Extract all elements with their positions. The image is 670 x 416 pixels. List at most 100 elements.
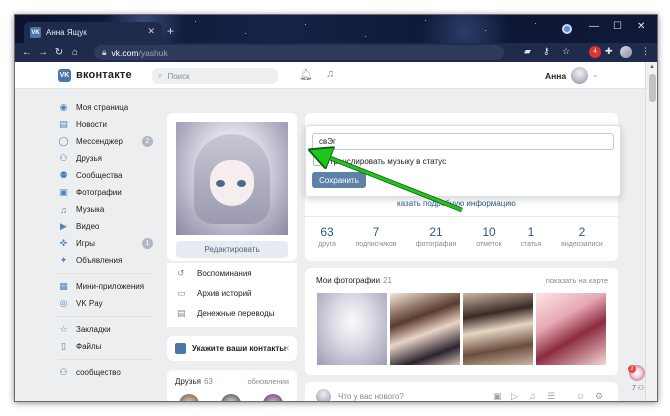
profile-avatar-image[interactable] (176, 122, 288, 235)
menu-item-ads[interactable]: ✦ Объявления (58, 252, 153, 269)
vk-logo-icon[interactable]: VK (58, 69, 71, 82)
user-avatar[interactable] (571, 67, 588, 84)
url-field[interactable]: 🔒︎ vk.com/yashuk (94, 45, 504, 60)
show-on-map-link[interactable]: показать на карте (546, 276, 608, 285)
new-post-box[interactable]: Что у вас нового? ▣ ▷ ♫ ☰ ☺ ⚙ (305, 382, 618, 401)
music-player-icon[interactable]: ♫ (326, 68, 334, 80)
music-attach-icon[interactable]: ♫ (529, 391, 536, 401)
broadcast-music-checkbox[interactable]: Транслировать музыку в статус (313, 156, 446, 166)
friend-avatar[interactable] (221, 394, 241, 401)
counter-articles[interactable]: 1 статья (504, 225, 558, 248)
chat-count: 7 ⚇ (632, 384, 644, 392)
bookmark-star-icon[interactable]: ☆ (562, 46, 570, 57)
photos-count: 21 (383, 276, 393, 285)
counter-videos[interactable]: 2 видеозаписи (555, 225, 609, 248)
menu-label: Объявления (76, 256, 123, 265)
tab-close-icon[interactable]: ✕ (147, 26, 155, 37)
counter-photos[interactable]: 21 фотография (409, 225, 463, 248)
vk-logo-text[interactable]: вконтакте (76, 69, 132, 81)
left-menu: ◉ Моя страница ▤ Новости ◯ Мессенджер 2 ⚇ Дру… (58, 99, 153, 381)
chat-widget[interactable]: 2 7 ⚇ (627, 365, 645, 395)
menu-item-music[interactable]: ♫ Музыка (58, 201, 153, 218)
close-window-button[interactable]: ✕ (637, 21, 645, 32)
apps-icon: ▦ (59, 281, 68, 291)
menu-item-groups[interactable]: ⚉ Сообщества (58, 167, 153, 184)
minimize-button[interactable]: — (589, 21, 599, 32)
friends-count: 63 (203, 377, 213, 386)
search-input[interactable]: ⌕ Поиск (152, 68, 278, 84)
user-name[interactable]: Анна (545, 71, 566, 81)
menu-item-games[interactable]: ✜ Игры 1 (58, 235, 153, 252)
address-bar-row: ← → ↻ ⌂ 🔒︎ vk.com/yashuk ▰ ⚷ ☆ 4 ✚ ⋮ (15, 43, 657, 62)
money-transfers-link[interactable]: ▤ Денежные переводы (167, 303, 297, 323)
vk-favicon-icon: VK (30, 27, 41, 38)
browser-tab[interactable]: VK Анна Ящук ✕ (24, 22, 162, 43)
photo-thumbnail[interactable] (536, 293, 606, 365)
save-status-button[interactable]: Сохранить (312, 172, 366, 188)
photos-title[interactable]: Мои фотографии 21 (316, 276, 392, 285)
scrollbar-thumb[interactable] (649, 74, 656, 102)
browser-profile-icon[interactable] (562, 24, 572, 34)
menu-item-video[interactable]: ▶ Видео (58, 218, 153, 235)
back-icon[interactable]: ← (19, 47, 35, 58)
browser-avatar[interactable] (620, 46, 632, 58)
emoji-icon[interactable]: ☺ (576, 391, 585, 401)
chat-unread-badge: 2 (628, 365, 636, 373)
stories-archive-link[interactable]: ▭ Архив историй (167, 283, 297, 303)
home-icon[interactable]: ⌂ (67, 47, 83, 58)
settings-icon[interactable]: ⚙ (595, 391, 603, 401)
forward-icon[interactable]: → (35, 47, 51, 58)
music-icon: ♫ (60, 204, 67, 215)
menu-item-mini-apps[interactable]: ▦ Мини-приложения (58, 278, 153, 295)
counter-followers[interactable]: 7 подписчиков (349, 225, 403, 248)
extensions-puzzle-icon[interactable]: ✚ (605, 46, 613, 57)
photo-attach-icon[interactable]: ▣ (493, 391, 502, 401)
friends-title[interactable]: Друзья 63 (175, 377, 213, 386)
menu-item-community[interactable]: ⚇ сообщество (58, 364, 153, 381)
menu-item-messenger[interactable]: ◯ Мессенджер 2 (58, 133, 153, 150)
chevron-down-icon[interactable]: ⌄ (592, 70, 599, 79)
scroll-up-icon[interactable]: ▲ (649, 64, 655, 70)
reload-icon[interactable]: ↻ (51, 47, 67, 58)
photo-thumbnail[interactable] (317, 293, 387, 365)
menu-item-my-page[interactable]: ◉ Моя страница (58, 99, 153, 116)
page-scrollbar[interactable]: ▲ (645, 62, 657, 401)
contacts-prompt[interactable]: Укажите ваши контакты ✕ (167, 336, 297, 361)
counter-friends[interactable]: 63 друга (300, 225, 354, 248)
friends-block: Друзья 63 обновления (167, 370, 297, 401)
friends-updates-link[interactable]: обновления (247, 377, 289, 386)
key-icon[interactable]: ⚷ (543, 46, 550, 57)
camera-icon[interactable]: ▰ (524, 46, 531, 57)
show-more-info-link[interactable]: казать подробную информацию (397, 199, 516, 208)
new-tab-button[interactable]: + (167, 24, 174, 38)
menu-label: Файлы (76, 342, 102, 351)
photo-thumbnail[interactable] (390, 293, 460, 365)
menu-divider (58, 273, 153, 274)
menu-item-news[interactable]: ▤ Новости (58, 116, 153, 133)
extension-badge-icon[interactable]: 4 (589, 46, 601, 58)
friend-avatar[interactable] (263, 394, 283, 401)
video-attach-icon[interactable]: ▷ (511, 391, 518, 401)
article-attach-icon[interactable]: ☰ (547, 391, 555, 401)
maximize-button[interactable]: ☐ (613, 21, 622, 32)
status-input[interactable]: свЭг (312, 133, 614, 150)
menu-item-photos[interactable]: ▣ Фотографии (58, 184, 153, 201)
counter-value: 2 (578, 225, 586, 239)
friend-avatar[interactable] (179, 394, 199, 401)
photo-thumbnail[interactable] (463, 293, 533, 365)
status-editor: свЭг Транслировать музыку в статус Сохра… (305, 125, 621, 197)
menu-item-friends[interactable]: ⚇ Друзья (58, 150, 153, 167)
memories-link[interactable]: ↺ Воспоминания (167, 263, 297, 283)
notifications-bell-icon[interactable]: 🔔︎ (299, 68, 313, 81)
menu-item-files[interactable]: ▯ Файлы (58, 338, 153, 355)
memories-icon: ↺ (177, 267, 185, 278)
edit-profile-button[interactable]: Редактировать (176, 241, 288, 258)
post-placeholder[interactable]: Что у вас нового? (338, 392, 404, 401)
menu-item-bookmarks[interactable]: ☆ Закладки (58, 321, 153, 338)
browser-menu-icon[interactable]: ⋮ (641, 46, 650, 57)
messenger-badge: 2 (142, 136, 153, 147)
menu-item-vk-pay[interactable]: ◎ VK Pay (58, 295, 153, 312)
checkbox-box[interactable] (313, 156, 323, 166)
games-icon: ✜ (59, 238, 68, 248)
close-icon[interactable]: ✕ (283, 344, 290, 353)
